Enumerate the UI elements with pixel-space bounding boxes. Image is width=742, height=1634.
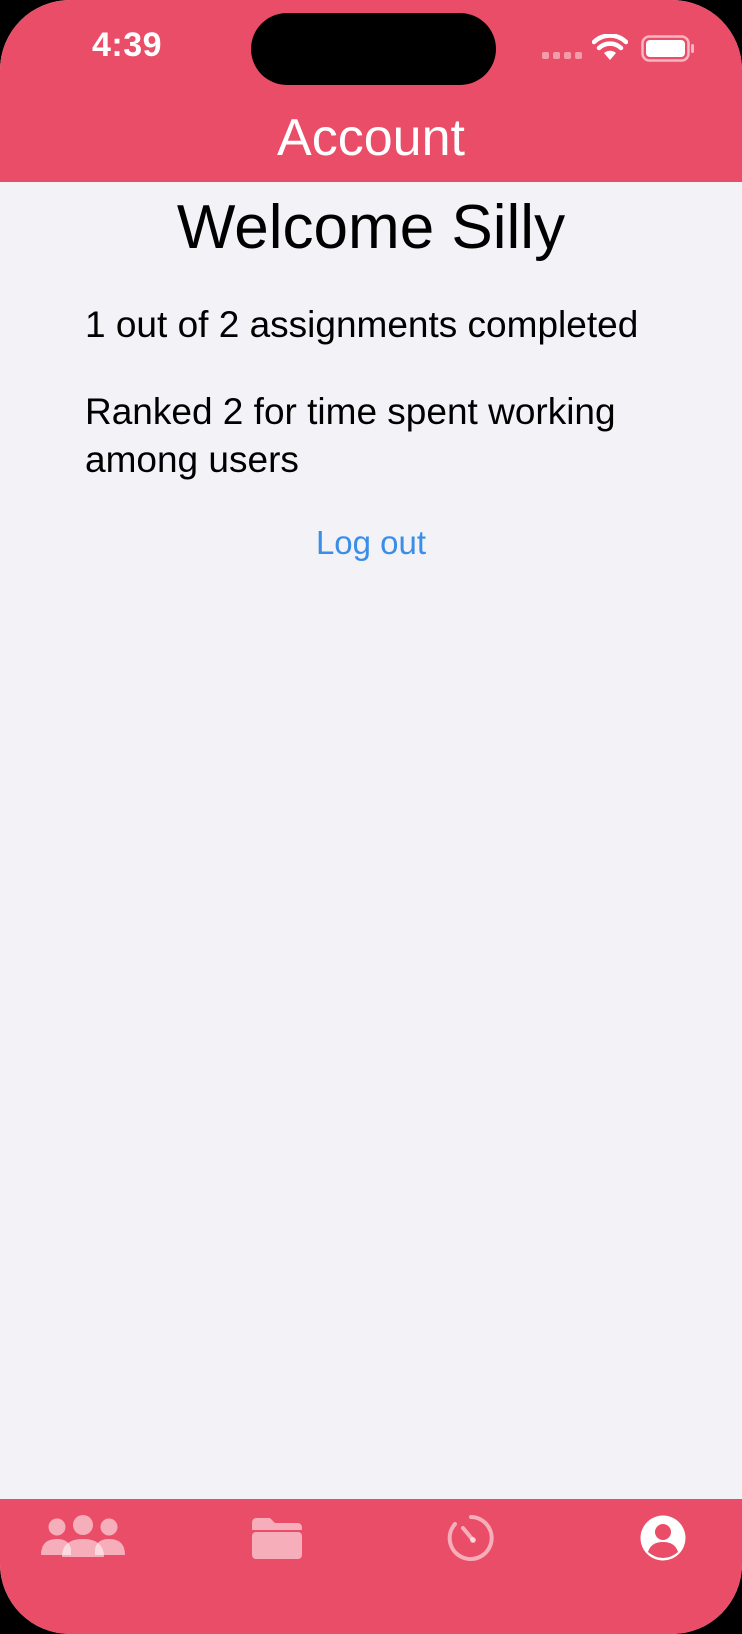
tab-account[interactable] [638, 1513, 688, 1569]
wifi-icon [592, 34, 628, 60]
tab-people[interactable] [40, 1513, 126, 1569]
tab-bar [0, 1499, 742, 1634]
dynamic-island [251, 13, 496, 85]
welcome-heading: Welcome Silly [176, 193, 566, 262]
account-icon [640, 1515, 686, 1561]
folder-icon [252, 1518, 302, 1559]
assignments-summary: 1 out of 2 assignments completed [85, 304, 639, 345]
timer-icon [447, 1515, 494, 1561]
logout-button[interactable]: Log out [0, 522, 742, 564]
ranking-summary: Ranked 2 for time spent working among us… [85, 391, 616, 480]
cellular-signal-icon [542, 52, 582, 60]
tab-timer[interactable] [446, 1513, 496, 1569]
tab-folder[interactable] [250, 1513, 304, 1569]
people-icon [41, 1515, 125, 1557]
status-time: 4:39 [92, 26, 163, 64]
battery-icon [641, 35, 694, 62]
page-title: Account [277, 109, 465, 167]
phone-screen: 4:39 Account Welcome Silly 1 out of 2 as… [0, 0, 742, 1634]
header-bar: 4:39 Account [0, 0, 742, 182]
